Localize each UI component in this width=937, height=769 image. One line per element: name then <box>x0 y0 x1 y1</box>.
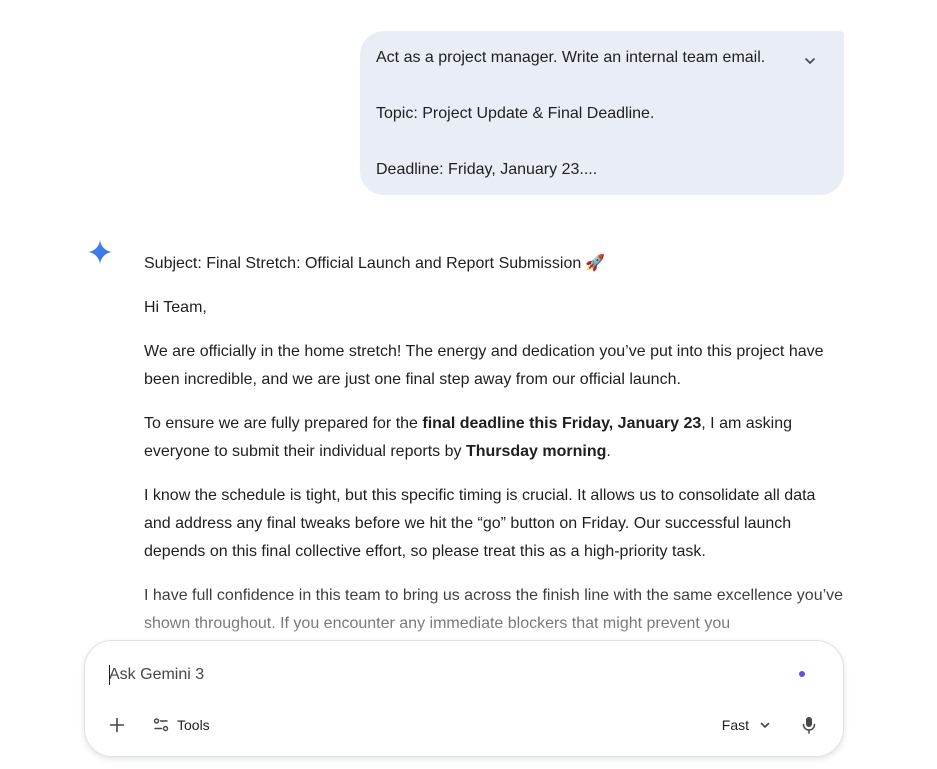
prompt-input[interactable] <box>109 663 759 687</box>
prompt-composer: Tools Fast <box>84 640 844 757</box>
gemini-spark-icon <box>88 240 112 264</box>
expand-prompt-button[interactable] <box>800 51 820 71</box>
text-run: . <box>606 443 611 460</box>
model-response: Subject: Final Stretch: Official Launch … <box>144 250 844 654</box>
bold-text: Thursday morning <box>465 443 607 460</box>
subject-text: Subject: Final Stretch: Official Launch … <box>144 255 582 272</box>
email-paragraph: I know the schedule is tight, but this s… <box>144 487 816 560</box>
chevron-down-icon <box>805 58 815 64</box>
chat-page: Act as a project manager. Write an inter… <box>0 0 937 769</box>
email-subject: Subject: Final Stretch: Official Launch … <box>144 250 844 278</box>
email-greeting: Hi Team, <box>144 299 207 316</box>
text-run: To ensure we are fully prepared for the <box>144 415 423 432</box>
microphone-button[interactable] <box>797 713 821 737</box>
rocket-icon: 🚀 <box>585 255 606 272</box>
prompt-line: Act as a project manager. Write an inter… <box>376 49 766 66</box>
user-prompt-bubble: Act as a project manager. Write an inter… <box>360 31 844 195</box>
text-caret <box>109 665 110 685</box>
mode-label: Fast <box>721 717 749 733</box>
add-attachment-button[interactable] <box>105 713 129 737</box>
email-paragraph: To ensure we are fully prepared for the … <box>144 410 844 466</box>
bold-text: final deadline this Friday, January 23 <box>422 415 702 432</box>
prompt-line: Topic: Project Update & Final Deadline. <box>376 105 655 122</box>
email-paragraph: I have full confidence in this team to b… <box>144 587 844 632</box>
tools-label: Tools <box>177 717 210 733</box>
tools-button[interactable]: Tools <box>153 713 210 737</box>
prompt-line: Deadline: Friday, January 23.... <box>376 161 598 178</box>
chevron-down-icon <box>760 722 770 728</box>
plus-icon <box>109 717 125 733</box>
status-dot <box>799 671 805 677</box>
microphone-icon <box>802 717 816 734</box>
email-paragraph: We are officially in the home stretch! T… <box>144 343 824 388</box>
model-mode-selector[interactable]: Fast <box>722 713 771 737</box>
tools-icon <box>153 718 169 732</box>
